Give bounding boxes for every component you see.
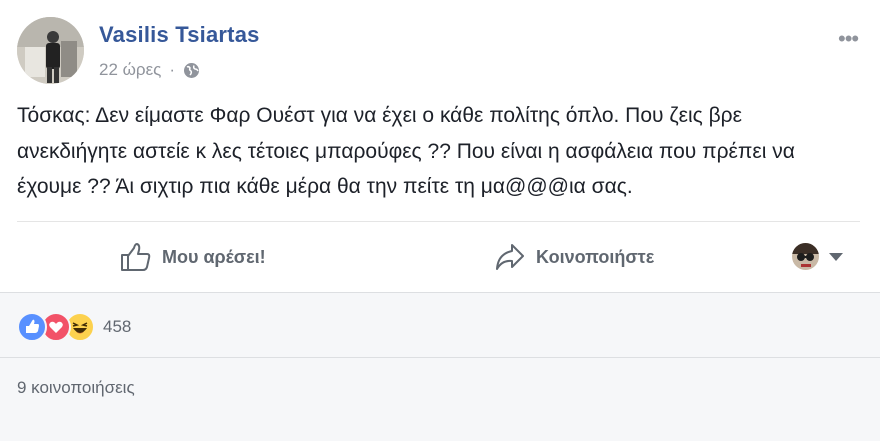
footer-divider xyxy=(0,357,880,358)
more-options-icon[interactable]: ••• xyxy=(838,26,859,52)
thumbs-up-icon xyxy=(121,243,151,271)
like-reaction-icon xyxy=(17,312,47,342)
post-timestamp[interactable]: 22 ώρες xyxy=(99,60,161,80)
post-meta: 22 ώρες · xyxy=(99,60,200,80)
shares-count[interactable]: 9 κοινοποιήσεις xyxy=(17,378,135,398)
identity-selector[interactable] xyxy=(792,243,843,270)
user-avatar xyxy=(792,243,819,270)
actions-divider xyxy=(17,221,860,222)
post-footer xyxy=(0,292,880,441)
share-arrow-icon xyxy=(496,244,524,270)
globe-icon[interactable] xyxy=(183,62,200,79)
share-label: Κοινοποιήστε xyxy=(536,246,655,267)
like-button[interactable]: Μου αρέσει! xyxy=(120,237,266,277)
author-avatar[interactable] xyxy=(17,17,84,84)
post-card: Vasilis Tsiartas 22 ώρες · ••• Τόσκας: Δ… xyxy=(0,0,880,292)
avatar-photo xyxy=(17,17,84,84)
like-label: Μου αρέσει! xyxy=(162,246,266,267)
reaction-count[interactable]: 458 xyxy=(103,317,131,337)
author-name[interactable]: Vasilis Tsiartas xyxy=(99,22,260,48)
post-text: Τόσκας: Δεν είμαστε Φαρ Ουέστ για να έχε… xyxy=(17,104,795,198)
reactions-summary[interactable]: 458 xyxy=(17,312,131,342)
share-button[interactable]: Κοινοποιήστε xyxy=(494,237,654,277)
meta-separator: · xyxy=(169,60,176,79)
chevron-down-icon xyxy=(829,252,843,261)
